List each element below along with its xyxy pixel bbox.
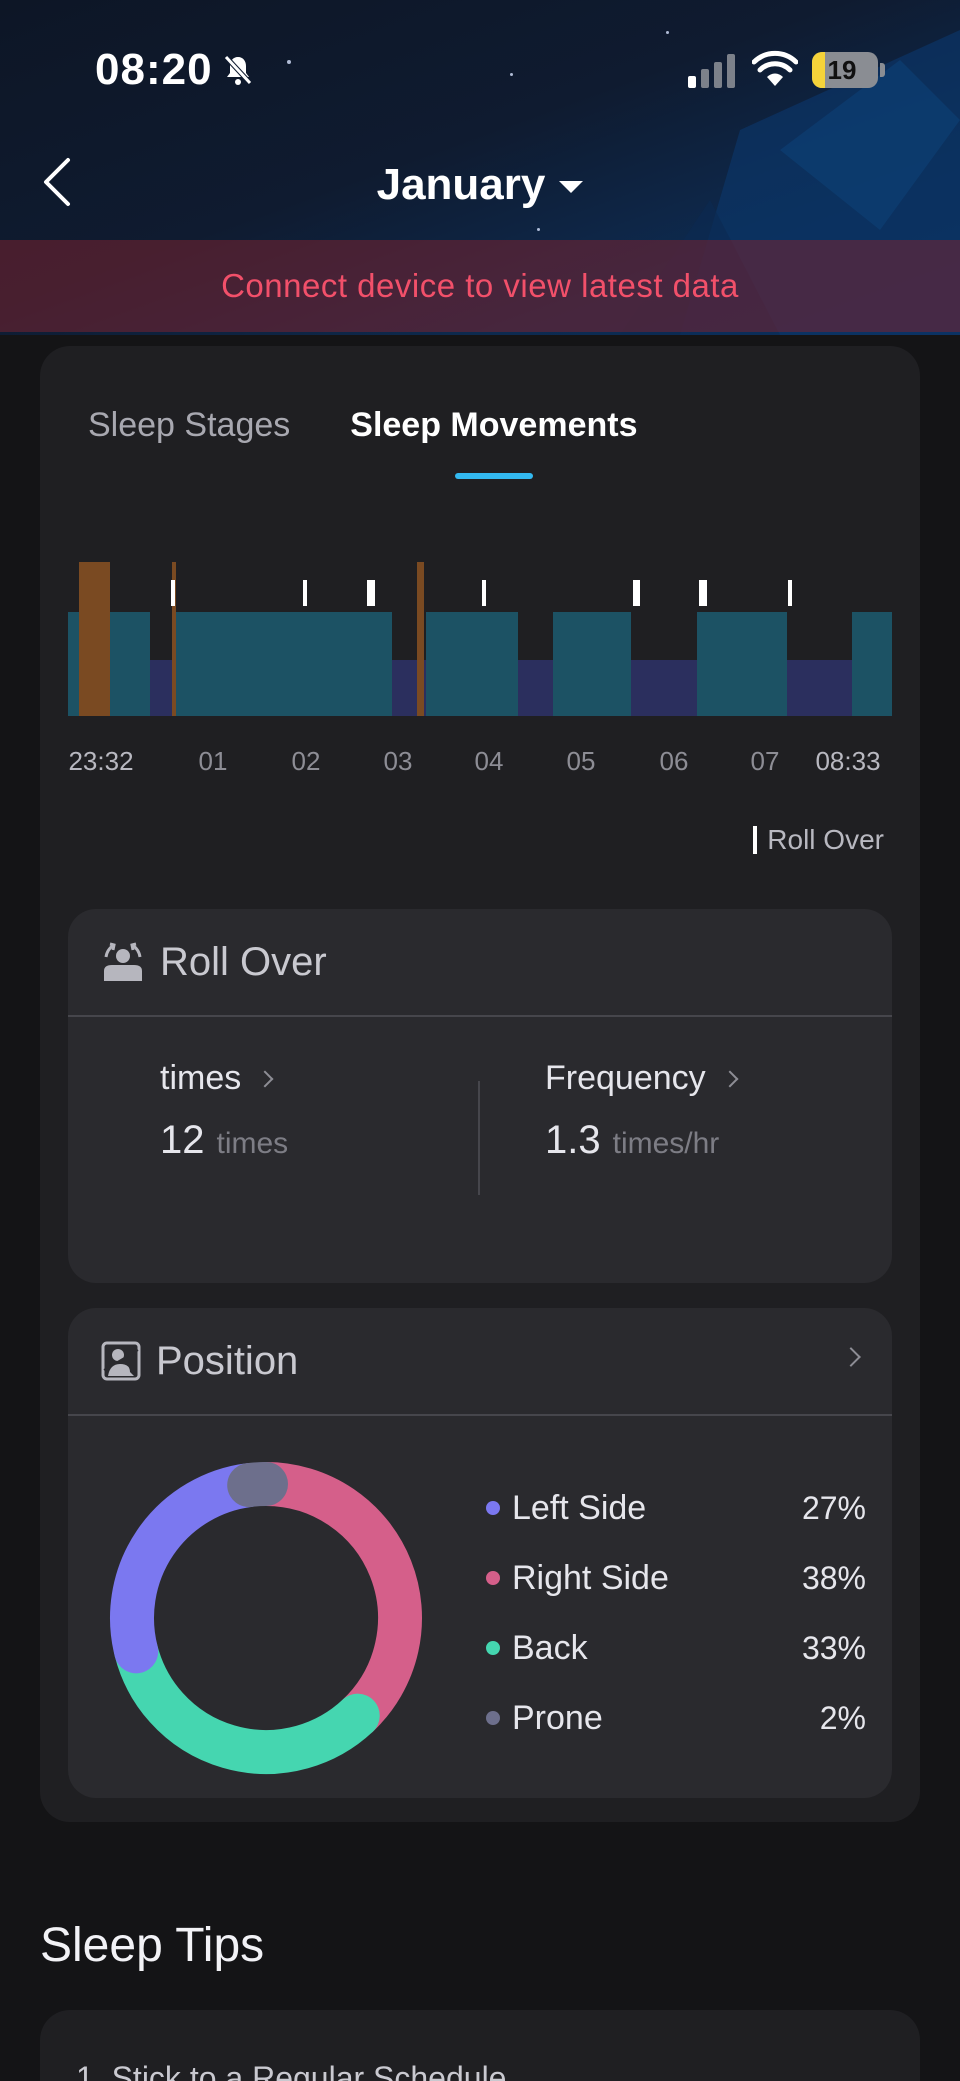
position-percentage: 33% <box>801 1629 866 1666</box>
chart-legend: Roll Over <box>753 824 884 856</box>
times-metric: times 12 times <box>160 1059 288 1163</box>
banner-text: Connect device to view latest data <box>221 267 739 304</box>
chevron-right-icon <box>256 1070 274 1087</box>
position-label: Back <box>512 1628 588 1667</box>
roll-over-header: Roll Over <box>68 909 892 1017</box>
roll-over-icon <box>104 942 142 981</box>
position-legend-row: Back 33% <box>486 1613 866 1683</box>
position-label: Prone <box>512 1698 603 1737</box>
metric-divider <box>478 1081 480 1195</box>
tab-sleep-movements[interactable]: Sleep Movements <box>350 406 638 479</box>
roll-over-marker <box>633 580 640 606</box>
month-title: January <box>376 160 546 209</box>
donut-slice-back <box>114 1629 380 1774</box>
roll-over-marker <box>367 580 375 606</box>
wifi-icon <box>752 50 798 86</box>
x-tick-label: 06 <box>659 746 689 776</box>
month-selector-bar: January <box>0 150 960 220</box>
times-value-row: 12 times <box>160 1118 288 1163</box>
roll-over-marker <box>788 580 792 606</box>
frequency-value: 1.3 <box>545 1118 601 1162</box>
x-tick-label: 23:32 <box>68 746 134 776</box>
frequency-unit: times/hr <box>612 1127 720 1160</box>
sleep-card: Sleep Stages Sleep Movements 23:32 01 02 03… <box>40 346 920 1822</box>
deep-sleep-segment <box>172 612 392 716</box>
position-donut-chart <box>110 1462 422 1774</box>
deep-sleep-segment <box>697 612 787 716</box>
position-legend-row: Left Side 27% <box>486 1473 866 1543</box>
legend-dot <box>486 1641 500 1655</box>
legend-dot <box>486 1571 500 1585</box>
deep-sleep-segment <box>426 612 518 716</box>
position-percentage: 38% <box>801 1559 866 1596</box>
x-tick-label: 01 <box>198 746 228 776</box>
tab-label: Sleep Stages <box>88 406 291 444</box>
roll-over-card: Roll Over times 12 times Frequency 1.3 t… <box>68 909 892 1283</box>
position-card: Position Left Side 27% Right Side 38% Back 33… <box>68 1308 892 1798</box>
x-tick-label: 08:33 <box>815 746 881 776</box>
sleep-tip-item: 1. Stick to a Regular Schedule <box>76 2060 507 2081</box>
x-tick-label: 02 <box>291 746 321 776</box>
roll-over-marker <box>303 580 307 606</box>
sleep-tips-card[interactable]: 1. Stick to a Regular Schedule <box>40 2010 920 2081</box>
status-time: 08:20 <box>95 45 213 94</box>
bell-muted-icon <box>224 55 252 85</box>
tab-sleep-stages[interactable]: Sleep Stages <box>88 406 290 445</box>
battery-tip <box>880 63 885 77</box>
status-bar: 08:20 19 <box>0 0 960 140</box>
position-legend-row: Right Side 38% <box>486 1543 866 1613</box>
chart-x-axis: 23:32 01 02 03 04 05 06 07 08:33 <box>68 746 892 786</box>
times-link[interactable]: times <box>160 1059 288 1098</box>
sleep-position-icon <box>101 1341 141 1381</box>
legend-dot <box>486 1711 500 1725</box>
x-tick-label: 07 <box>750 746 780 776</box>
donut-slice-left-side <box>110 1463 272 1674</box>
position-header[interactable]: Position <box>68 1308 892 1416</box>
position-percentage: 2% <box>819 1699 866 1736</box>
position-label: Right Side <box>512 1558 669 1597</box>
position-label: Left Side <box>512 1488 647 1527</box>
legend-label: Roll Over <box>767 824 884 855</box>
awake-segment <box>79 562 110 716</box>
legend-dot <box>486 1501 500 1515</box>
active-tab-indicator <box>454 473 533 479</box>
deep-sleep-segment <box>553 612 631 716</box>
x-tick-label: 04 <box>474 746 504 776</box>
x-tick-label: 03 <box>383 746 413 776</box>
caret-down-icon <box>559 181 584 193</box>
cellular-signal-icon <box>688 54 735 88</box>
tab-label: Sleep Movements <box>350 406 638 444</box>
roll-over-title: Roll Over <box>160 939 327 984</box>
sleep-tips-title: Sleep Tips <box>40 1919 265 1972</box>
frequency-metric: Frequency 1.3 times/hr <box>545 1059 739 1163</box>
sleep-movement-chart <box>68 562 892 716</box>
position-title: Position <box>156 1338 299 1383</box>
donut-slice-prone <box>227 1462 288 1508</box>
position-percentage: 27% <box>801 1489 866 1526</box>
chevron-right-icon <box>841 1347 861 1367</box>
times-label: times <box>160 1059 242 1097</box>
chevron-right-icon <box>721 1070 739 1087</box>
times-value: 12 <box>160 1118 205 1162</box>
position-legend: Left Side 27% Right Side 38% Back 33% Prone 2% <box>486 1473 866 1753</box>
tab-bar: Sleep Stages Sleep Movements <box>88 406 638 479</box>
frequency-link[interactable]: Frequency <box>545 1059 739 1098</box>
times-unit: times <box>216 1127 289 1160</box>
awake-segment <box>417 562 424 716</box>
star-decoration <box>537 228 540 231</box>
connect-device-banner[interactable]: Connect device to view latest data <box>0 240 960 332</box>
position-legend-row: Prone 2% <box>486 1683 866 1753</box>
roll-over-marker <box>482 580 486 606</box>
roll-over-marker <box>699 580 707 606</box>
month-selector[interactable]: January <box>377 160 584 210</box>
donut-slice-right-side <box>244 1462 422 1738</box>
battery-level: 19 <box>827 55 857 85</box>
roll-over-legend-mark <box>753 826 758 854</box>
frequency-value-row: 1.3 times/hr <box>545 1118 736 1163</box>
roll-over-marker <box>171 580 175 606</box>
deep-sleep-segment <box>852 612 892 716</box>
x-tick-label: 05 <box>566 746 596 776</box>
frequency-label: Frequency <box>545 1059 706 1097</box>
battery-indicator: 19 <box>812 52 878 88</box>
